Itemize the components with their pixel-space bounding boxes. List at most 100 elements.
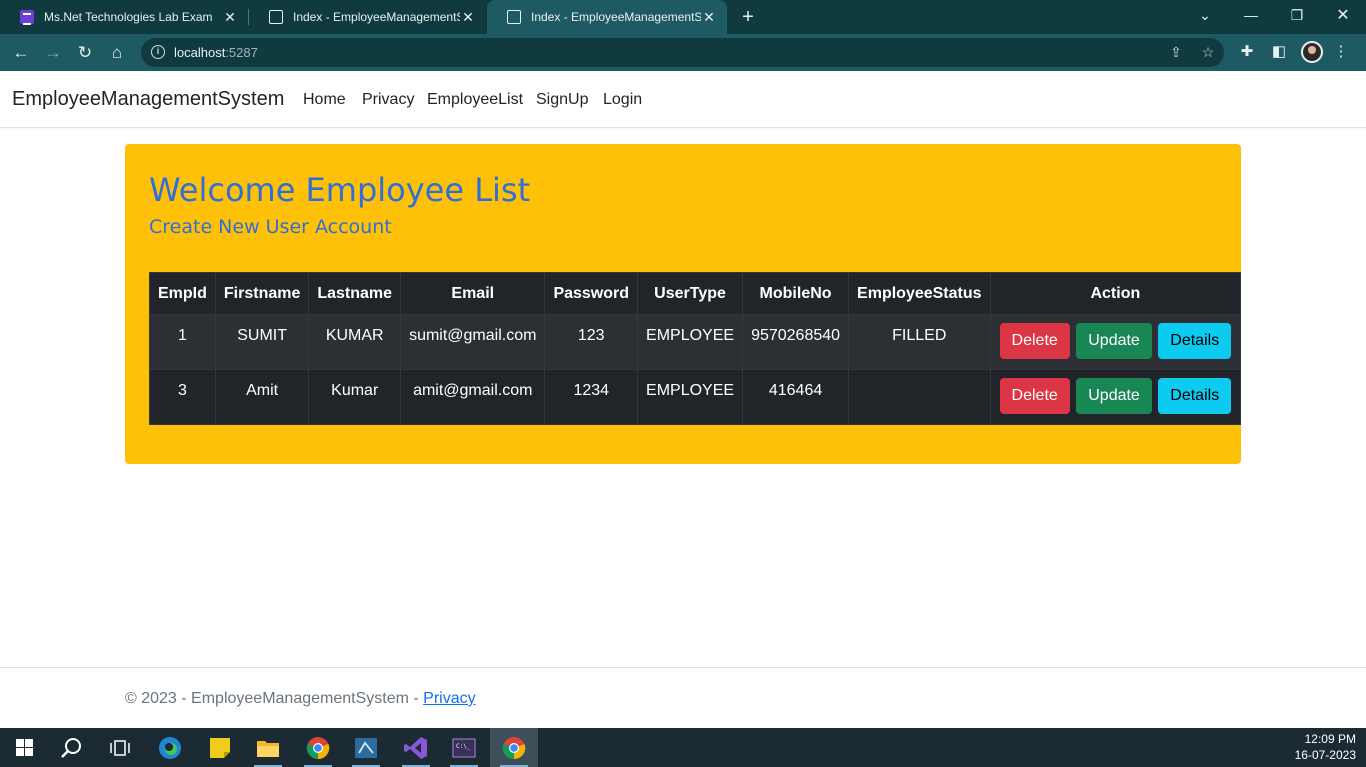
reload-icon[interactable]: ↻ — [72, 40, 98, 66]
details-button[interactable]: Details — [1158, 378, 1232, 414]
update-button[interactable]: Update — [1076, 323, 1152, 359]
search-icon[interactable] — [48, 728, 96, 767]
close-icon[interactable]: ✕ — [222, 9, 238, 25]
site-navbar: EmployeeManagementSystem Home Privacy Em… — [0, 71, 1366, 128]
header-action: Action — [989, 272, 1242, 315]
create-user-link[interactable]: Create New User Account — [149, 216, 392, 238]
chrome-active-icon[interactable] — [490, 728, 538, 767]
cell-password: 1234 — [544, 369, 639, 425]
table-row: 3 Amit Kumar amit@gmail.com 1234 EMPLOYE… — [149, 369, 1242, 425]
close-icon[interactable]: ✕ — [460, 9, 476, 25]
address-bar[interactable]: i localhost:5287 ⇪ ☆ — [141, 38, 1224, 67]
employee-list-panel: Welcome Employee List Create New User Ac… — [125, 144, 1242, 464]
back-arrow-icon[interactable]: ← — [8, 40, 34, 66]
page-title: Welcome Employee List — [149, 171, 531, 209]
nav-home[interactable]: Home — [303, 91, 346, 109]
url-host: localhost — [174, 45, 226, 60]
cell-empid: 1 — [149, 314, 216, 370]
bookmark-star-icon[interactable]: ☆ — [1200, 44, 1216, 60]
cell-actions: Delete Update Details — [989, 369, 1242, 425]
side-panel-icon[interactable]: ◧ — [1269, 42, 1289, 62]
address-url[interactable]: localhost:5287 — [174, 45, 258, 60]
delete-button[interactable]: Delete — [999, 323, 1070, 359]
cell-employeestatus — [848, 369, 991, 425]
nav-login[interactable]: Login — [603, 91, 642, 109]
tab-index-1[interactable]: Index - EmployeeManagementSy ✕ — [249, 0, 486, 34]
file-explorer-icon[interactable] — [244, 728, 292, 767]
update-button[interactable]: Update — [1076, 378, 1152, 414]
cell-email: amit@gmail.com — [400, 369, 546, 425]
details-button[interactable]: Details — [1158, 323, 1232, 359]
page-icon — [507, 10, 521, 24]
header-email: Email — [400, 272, 546, 315]
windows-taskbar: C:\_ 12:09 PM 16-07-2023 — [0, 728, 1366, 767]
browser-toolbar: ← → ↻ ⌂ i localhost:5287 ⇪ ☆ ✚ ◧ ⋮ — [0, 34, 1366, 71]
url-port: :5287 — [225, 45, 258, 60]
cell-lastname: Kumar — [308, 369, 402, 425]
restore-icon[interactable]: ❐ — [1274, 0, 1320, 30]
cell-mobileno: 9570268540 — [742, 314, 850, 370]
tab-lab-exam[interactable]: Ms.Net Technologies Lab Exam ✕ — [0, 0, 248, 34]
profile-avatar[interactable] — [1301, 41, 1323, 63]
nav-privacy[interactable]: Privacy — [362, 91, 414, 109]
tab-index-2-active[interactable]: Index - EmployeeManagementSy ✕ — [487, 0, 727, 34]
sql-server-icon[interactable] — [342, 728, 390, 767]
footer-privacy-link[interactable]: Privacy — [423, 690, 475, 707]
cell-mobileno: 416464 — [742, 369, 850, 425]
brand-link[interactable]: EmployeeManagementSystem — [12, 88, 284, 111]
tab-title: Index - EmployeeManagementSy — [531, 10, 701, 24]
footer-copyright: © 2023 - EmployeeManagementSystem - — [125, 690, 424, 707]
sticky-notes-icon[interactable] — [196, 728, 244, 767]
home-icon[interactable]: ⌂ — [104, 40, 130, 66]
minimize-icon[interactable]: — — [1228, 0, 1274, 30]
system-clock[interactable]: 12:09 PM 16-07-2023 — [1295, 731, 1356, 763]
browser-tab-strip: Ms.Net Technologies Lab Exam ✕ Index - E… — [0, 0, 1366, 34]
clock-date: 16-07-2023 — [1294, 748, 1356, 762]
cell-email: sumit@gmail.com — [400, 314, 546, 370]
close-icon[interactable]: ✕ — [701, 9, 717, 25]
cell-employeestatus: FILLED — [848, 314, 991, 370]
cell-lastname: KUMAR — [308, 314, 402, 370]
cell-firstname: Amit — [214, 369, 310, 425]
cell-password: 123 — [544, 314, 639, 370]
cell-empid: 3 — [149, 369, 216, 425]
new-tab-button[interactable]: + — [737, 6, 759, 28]
svg-text:C:\_: C:\_ — [456, 743, 471, 750]
delete-button[interactable]: Delete — [999, 378, 1070, 414]
header-usertype: UserType — [637, 272, 744, 315]
table-row: 1 SUMIT KUMAR sumit@gmail.com 123 EMPLOY… — [149, 314, 1242, 370]
header-employeestatus: EmployeeStatus — [848, 272, 991, 315]
cell-usertype: EMPLOYEE — [637, 314, 744, 370]
site-footer: © 2023 - EmployeeManagementSystem - Priv… — [0, 667, 1366, 728]
visual-studio-icon[interactable] — [392, 728, 440, 767]
header-empid: EmpId — [149, 272, 216, 315]
table-header-row: EmpId Firstname Lastname Email Password … — [149, 272, 1242, 315]
task-view-icon[interactable] — [96, 728, 144, 767]
chrome-icon[interactable] — [294, 728, 342, 767]
edge-icon[interactable] — [146, 728, 194, 767]
tab-search-chevron-icon[interactable]: ⌄ — [1182, 0, 1228, 30]
clock-time: 12:09 PM — [1304, 732, 1356, 746]
extensions-puzzle-icon[interactable]: ✚ — [1237, 42, 1257, 62]
close-window-icon[interactable]: ✕ — [1320, 0, 1366, 30]
header-password: Password — [544, 272, 639, 315]
forward-arrow-icon[interactable]: → — [40, 40, 66, 66]
footer-text: © 2023 - EmployeeManagementSystem - Priv… — [125, 690, 476, 708]
cell-actions: Delete Update Details — [989, 314, 1242, 370]
cell-usertype: EMPLOYEE — [637, 369, 744, 425]
header-mobileno: MobileNo — [742, 272, 850, 315]
site-info-icon[interactable]: i — [151, 45, 165, 59]
menu-kebab-icon[interactable]: ⋮ — [1331, 42, 1351, 62]
tab-title: Index - EmployeeManagementSy — [293, 10, 460, 24]
terminal-icon[interactable]: C:\_ — [440, 728, 488, 767]
header-lastname: Lastname — [308, 272, 402, 315]
cell-firstname: SUMIT — [214, 314, 310, 370]
share-icon[interactable]: ⇪ — [1168, 44, 1184, 60]
header-firstname: Firstname — [214, 272, 310, 315]
tab-title: Ms.Net Technologies Lab Exam — [44, 10, 213, 24]
nav-signup[interactable]: SignUp — [536, 91, 588, 109]
nav-employeelist[interactable]: EmployeeList — [427, 91, 523, 109]
forms-icon — [20, 10, 34, 25]
windows-start-icon[interactable] — [0, 728, 48, 767]
employee-table: EmpId Firstname Lastname Email Password … — [149, 272, 1242, 425]
